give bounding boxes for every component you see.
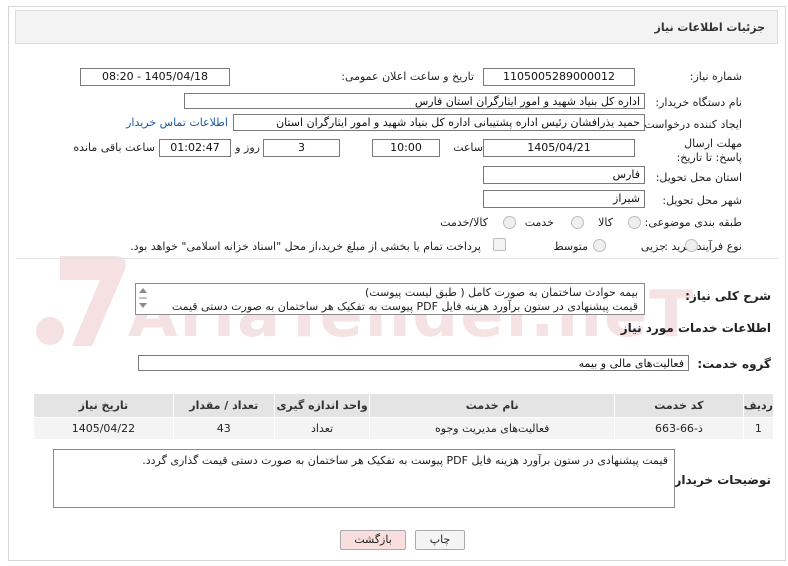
summary-line-1: بیمه حوادث ساختمان به صورت کامل ( طبق لی…	[364, 286, 638, 299]
creator-field[interactable]: حمید یذرافشان رئیس اداره پشتیبانی اداره …	[233, 114, 645, 131]
service-group-field[interactable]: فعالیت‌های مالی و بیمه	[138, 355, 689, 371]
deadline-date-field[interactable]: 1405/04/21	[483, 139, 635, 157]
cell-row: 1	[742, 417, 775, 440]
cell-name: فعالیت‌های مدیریت وجوه	[369, 417, 615, 440]
category-option-goods-service: کالا/خدمت	[440, 216, 488, 229]
services-section-title: اطلاعات خدمات مورد نیاز	[620, 321, 771, 335]
col-name: نام خدمت	[369, 393, 615, 418]
category-radio-goods-service[interactable]	[503, 216, 516, 229]
services-table: ردیف کد خدمت نام خدمت واحد اندازه گیری ت…	[33, 393, 775, 440]
buyer-notes-text: قیمت پیشنهادی در ستون برآورد هزینه فایل …	[142, 454, 668, 467]
service-group-label: گروه خدمت:	[697, 357, 771, 371]
province-field[interactable]: فارس	[483, 166, 645, 184]
category-radio-service[interactable]	[571, 216, 584, 229]
buyer-notes-label: توضیحات خریدار:	[669, 473, 771, 487]
buyer-org-label: نام دستگاه خریدار:	[655, 96, 742, 109]
print-button[interactable]: چاپ	[415, 530, 465, 550]
cell-code: ذ-66-663	[613, 417, 744, 440]
table-header-row: ردیف کد خدمت نام خدمت واحد اندازه گیری ت…	[33, 393, 775, 418]
need-number-label: شماره نیاز:	[689, 70, 742, 83]
col-qty: تعداد / مقدار	[172, 393, 275, 418]
summary-textarea[interactable]: بیمه حوادث ساختمان به صورت کامل ( طبق لی…	[135, 283, 645, 315]
deadline-time-label: ساعت	[453, 141, 483, 154]
cell-date: 1405/04/22	[33, 417, 174, 440]
days-field[interactable]: 3	[263, 139, 340, 157]
announce-field[interactable]: 1405/04/18 - 08:20	[80, 68, 230, 86]
divider	[16, 258, 778, 259]
buyer-org-field[interactable]: اداره کل بنیاد شهید و امور ایثارگران است…	[184, 93, 645, 109]
creator-label: ایجاد کننده درخواست:	[640, 118, 742, 131]
city-label: شهر محل تحویل:	[662, 194, 742, 207]
summary-line-2: قیمت پیشنهادی در ستون برآورد هزینه فایل …	[171, 300, 638, 313]
days-label: روز و	[235, 141, 260, 154]
province-label: استان محل تحویل:	[655, 171, 742, 184]
buyer-notes-textarea[interactable]: قیمت پیشنهادی در ستون برآورد هزینه فایل …	[53, 449, 675, 508]
remaining-label: ساعت باقی مانده	[73, 141, 155, 154]
category-label: طبقه بندی موضوعی:	[644, 216, 742, 229]
page-title: جزئیات اطلاعات نیاز	[654, 21, 766, 34]
deadline-label: مهلت ارسال پاسخ: تا تاریخ:	[676, 137, 742, 164]
purchase-option-medium: متوسط	[553, 240, 588, 253]
announce-label: تاریخ و ساعت اعلان عمومی:	[341, 70, 474, 83]
scroll-arrows-icon[interactable]	[137, 285, 149, 311]
need-number-field[interactable]: 1105005289000012	[483, 68, 635, 86]
purchase-type-label: نوع فرآیند خرید :	[664, 240, 742, 253]
header-bar: جزئیات اطلاعات نیاز	[15, 10, 778, 44]
category-option-goods: کالا	[598, 216, 613, 229]
treasury-checkbox[interactable]	[493, 238, 506, 251]
col-row: ردیف	[742, 393, 775, 418]
deadline-time-field[interactable]: 10:00	[372, 139, 440, 157]
back-button[interactable]: بازگشت	[340, 530, 406, 550]
city-field[interactable]: شیراز	[483, 190, 645, 208]
col-code: کد خدمت	[613, 393, 744, 418]
table-row[interactable]: 1 ذ-66-663 فعالیت‌های مدیریت وجوه تعداد …	[33, 417, 775, 440]
buyer-contact-link[interactable]: اطلاعات تماس خریدار	[126, 116, 228, 129]
remaining-time-field[interactable]: 01:02:47	[159, 139, 231, 157]
purchase-option-minor: جزیی	[640, 240, 666, 253]
cell-unit: تعداد	[273, 417, 371, 440]
col-date: تاریخ نیاز	[33, 393, 174, 418]
category-option-service: خدمت	[524, 216, 554, 229]
purchase-radio-minor[interactable]	[685, 239, 698, 252]
treasury-note: پرداخت تمام یا بخشی از مبلغ خرید،از محل …	[130, 240, 481, 253]
cell-qty: 43	[172, 417, 275, 440]
summary-label: شرح کلی نیاز:	[685, 289, 771, 303]
category-radio-goods[interactable]	[628, 216, 641, 229]
purchase-radio-medium[interactable]	[593, 239, 606, 252]
col-unit: واحد اندازه گیری	[273, 393, 371, 418]
